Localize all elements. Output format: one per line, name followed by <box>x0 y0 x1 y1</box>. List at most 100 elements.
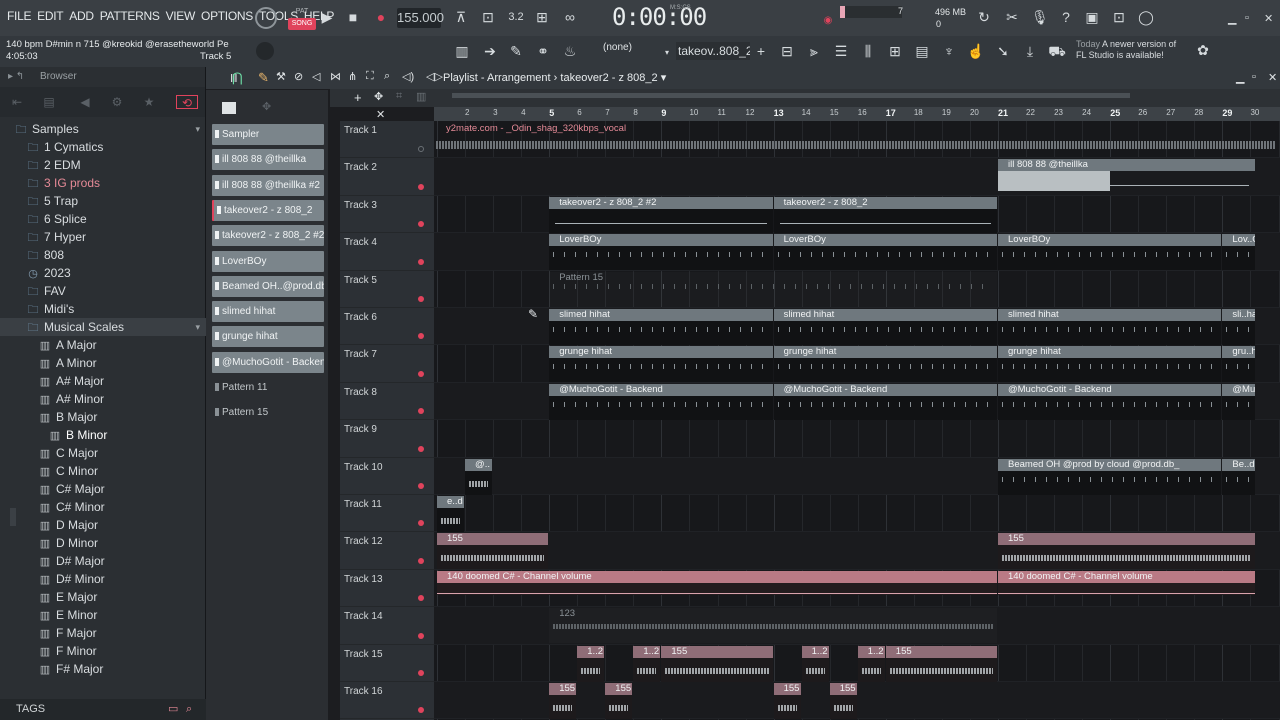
chevron-down-icon[interactable]: ▾ <box>195 120 200 138</box>
track-mute-led[interactable] <box>418 333 424 340</box>
chevron-down-icon[interactable]: ▾ <box>661 72 667 84</box>
playlist-clip[interactable]: 155 <box>549 683 577 719</box>
picker-item[interactable]: Pattern 15 <box>212 402 324 423</box>
pan-icon[interactable]: ✥ <box>262 100 271 113</box>
playlist-clip[interactable]: 155 <box>773 683 801 719</box>
piano-roll-view-icon[interactable]: ⫼ <box>859 42 877 60</box>
metronome-icon[interactable]: ⊼ <box>452 8 470 26</box>
export-icon[interactable]: ➘ <box>994 42 1012 60</box>
track-header[interactable]: Track 1 <box>340 121 434 159</box>
track-lane[interactable] <box>434 495 1280 533</box>
playlist-clip[interactable]: @MuchoGotit - Backend <box>549 383 773 420</box>
track-mute-led[interactable] <box>418 669 424 676</box>
track-mute-led[interactable] <box>418 595 424 602</box>
scroll-tool-icon[interactable]: ✥ <box>374 90 383 103</box>
track-header[interactable]: Track 7 <box>340 345 434 383</box>
add-pattern-icon[interactable]: + <box>754 42 768 60</box>
magnet-icon[interactable]: ⋂ <box>232 70 243 86</box>
wait-input-icon[interactable]: ⊡ <box>479 8 497 26</box>
close-window-icon[interactable]: ✕ <box>1268 71 1277 84</box>
picker-item[interactable]: LoverBOy <box>212 250 324 272</box>
track-mute-led[interactable] <box>418 146 424 153</box>
stamp-icon[interactable]: ♨ <box>562 42 578 60</box>
menu-item-view[interactable]: VIEW <box>163 9 198 23</box>
play-button[interactable]: ▶ <box>320 8 334 26</box>
pat-song-toggle[interactable]: PAT SONG <box>288 6 316 30</box>
channel-rack-icon[interactable]: ⫸ <box>805 42 823 60</box>
browser-item[interactable]: ▥ A# Major <box>0 372 206 390</box>
picker-item[interactable]: ill 808 88 @theillka #2 <box>212 174 324 196</box>
loop-record-icon[interactable]: ∞ <box>561 8 579 26</box>
playlist-clip[interactable]: LoverBOy <box>998 234 1222 271</box>
track-header[interactable]: Track 2 <box>340 158 434 196</box>
track-header[interactable]: Track 9 <box>340 420 434 458</box>
playlist-clip[interactable]: slimed hihat <box>998 309 1222 345</box>
mixer-icon[interactable]: ☰ <box>832 42 850 60</box>
browser-item[interactable]: ▥ F Major <box>0 624 206 642</box>
track-mute-led[interactable] <box>418 707 424 714</box>
tool-icon-2[interactable]: ▥ <box>416 90 426 103</box>
playlist-clip[interactable]: 140 doomed C# - Channel volume <box>998 570 1256 595</box>
undo-icon[interactable]: ↻ <box>976 8 992 26</box>
track-header[interactable]: Track 10 <box>340 458 434 495</box>
minimize-icon[interactable]: ▁ <box>1228 12 1236 25</box>
arrow-icon[interactable]: ➔ <box>482 42 498 60</box>
playlist-clip[interactable]: 1..2 <box>633 645 661 682</box>
track-header[interactable]: Track 14 <box>340 607 434 645</box>
record-button[interactable]: ● <box>374 8 388 26</box>
playlist-clip[interactable]: 155 <box>829 683 857 719</box>
ghost-clip[interactable]: Pattern 15 <box>549 272 997 307</box>
browser-item[interactable]: ▥ A Major <box>0 336 206 354</box>
select-icon[interactable]: ⛶ <box>366 70 374 83</box>
delete-icon[interactable]: ⊘ <box>294 70 303 83</box>
download-icon[interactable]: ⤓ <box>1021 42 1039 60</box>
tags-label[interactable]: TAGS <box>16 703 45 715</box>
playlist-clip[interactable]: ill 808 88 @theillka <box>998 159 1256 196</box>
browser-item[interactable]: ▥ F# Major <box>0 660 206 678</box>
menu-item-options[interactable]: OPTIONS <box>198 9 256 23</box>
search-icon[interactable]: ⌕ <box>186 699 192 720</box>
playlist-clip[interactable]: Lov..Oy <box>1222 234 1256 271</box>
picker-item[interactable]: Pattern 11 <box>212 377 324 398</box>
playlist-clip[interactable]: 155 <box>605 683 633 719</box>
maximize-icon[interactable]: ▫ <box>1245 12 1249 24</box>
track-header[interactable]: Track 13 <box>340 570 434 608</box>
stop-button[interactable]: ■ <box>346 8 360 26</box>
folder-icon[interactable]: ▭ <box>168 699 178 720</box>
playlist-clip[interactable]: 1..2 <box>801 645 829 682</box>
track-header[interactable]: Track 15 <box>340 645 434 682</box>
browser-item[interactable]: 🗀 2 EDM <box>0 156 206 174</box>
browser-item[interactable]: ▥ C# Minor <box>0 498 206 516</box>
slice-icon[interactable]: ⋔ <box>348 70 357 83</box>
track-header[interactable]: Track 8 <box>340 383 434 421</box>
playlist-clip[interactable]: 155 <box>885 645 997 682</box>
playlist-clip[interactable]: @MuchoGotit - Backend <box>998 383 1222 420</box>
browser-item[interactable]: ▥ D# Major <box>0 552 206 570</box>
cut-tool-icon[interactable]: ✂ <box>1004 8 1020 26</box>
playlist-icon[interactable]: ⊟ <box>778 42 796 60</box>
track-mute-led[interactable] <box>418 520 424 527</box>
picker-item[interactable]: takeover2 - z 808_2 #2 <box>212 225 324 247</box>
browser-item[interactable]: 🗀 7 Hyper <box>0 228 206 246</box>
browser-item[interactable]: ▥ F Minor <box>0 642 206 660</box>
touch-icon[interactable]: ☝ <box>967 42 985 60</box>
browser-item[interactable]: ▥ A Minor <box>0 354 206 372</box>
browser-item[interactable]: 🗀 5 Trap <box>0 192 206 210</box>
pattern-selector[interactable]: takeov..808_2 <box>676 42 750 60</box>
playlist-clip[interactable]: gru..hat <box>1222 346 1256 383</box>
pitch-icon[interactable]: ◉ <box>822 12 834 30</box>
browser-arrows-icon[interactable]: ▸ ↰ <box>8 67 24 87</box>
playlist-clip[interactable]: slimed hihat <box>773 309 997 345</box>
browser-item[interactable]: ▥ C Major <box>0 444 206 462</box>
picker-item[interactable]: Sampler <box>212 124 324 145</box>
menu-item-patterns[interactable]: PATTERNS <box>97 9 163 23</box>
project-icon[interactable]: ▤ <box>913 42 931 60</box>
pencil-icon[interactable]: ✎ <box>258 70 269 86</box>
browser-item[interactable]: 🗀 1 Cymatics <box>0 138 206 156</box>
picker-item[interactable]: Beamed OH..@prod.db_ <box>212 275 324 297</box>
playlist-clip[interactable]: @MuchoGotit - Backend <box>773 383 997 420</box>
playlist-clip[interactable]: 155 <box>998 533 1256 570</box>
playlist-clip[interactable]: @.. <box>465 458 493 495</box>
restore-icon[interactable]: ▁ <box>1236 71 1244 84</box>
browser-item[interactable]: 🗀 Musical Scales ▾ <box>0 318 206 336</box>
